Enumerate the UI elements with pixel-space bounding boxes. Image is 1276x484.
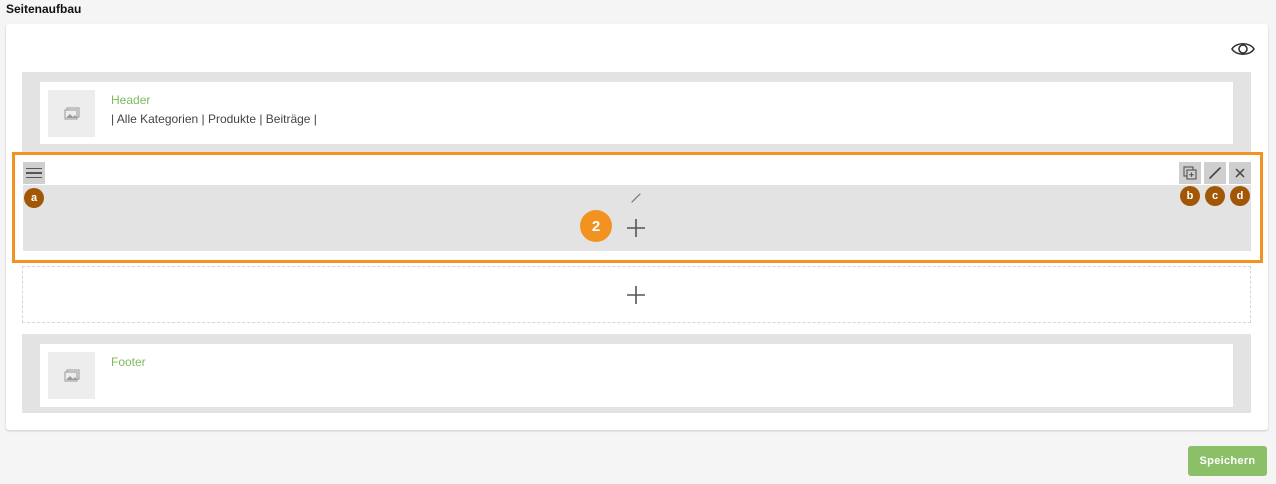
marker-b: b bbox=[1180, 186, 1200, 206]
eye-icon bbox=[1231, 42, 1255, 56]
header-thumbnail bbox=[48, 90, 95, 137]
header-region-content: Header | Alle Kategorien | Produkte | Be… bbox=[40, 82, 1233, 144]
marker-2: 2 bbox=[580, 210, 612, 242]
marker-a: a bbox=[24, 188, 44, 208]
marker-c: c bbox=[1205, 186, 1225, 206]
footer-region-title[interactable]: Footer bbox=[111, 355, 146, 369]
menu-icon-line bbox=[26, 176, 42, 179]
menu-icon-line bbox=[26, 172, 42, 174]
duplicate-section-button[interactable] bbox=[1179, 162, 1201, 184]
delete-section-button[interactable] bbox=[1229, 162, 1251, 184]
edit-section-button[interactable] bbox=[1204, 162, 1226, 184]
preview-eye-button[interactable] bbox=[1230, 40, 1256, 58]
close-icon bbox=[1235, 168, 1245, 178]
header-region-nav-text: | Alle Kategorien | Produkte | Beiträge … bbox=[111, 112, 317, 126]
save-button[interactable]: Speichern bbox=[1188, 446, 1267, 476]
footer-region[interactable]: Footer bbox=[22, 334, 1251, 413]
pencil-icon bbox=[631, 193, 641, 203]
edit-section-title-button[interactable] bbox=[629, 191, 643, 205]
footer-thumbnail bbox=[48, 352, 95, 399]
marker-d: d bbox=[1230, 186, 1250, 206]
pencil-icon bbox=[1209, 167, 1221, 179]
image-placeholder-icon bbox=[64, 107, 79, 119]
footer-region-content: Footer bbox=[40, 344, 1233, 407]
image-placeholder-icon bbox=[64, 369, 79, 381]
duplicate-icon bbox=[1183, 166, 1197, 180]
add-block-button[interactable] bbox=[624, 216, 648, 240]
header-region-title[interactable]: Header bbox=[111, 93, 150, 107]
plus-icon bbox=[627, 219, 645, 237]
header-region[interactable]: Header | Alle Kategorien | Produkte | Be… bbox=[22, 72, 1251, 152]
page-title: Seitenaufbau bbox=[6, 2, 82, 16]
plus-icon bbox=[627, 286, 645, 304]
add-section-button[interactable] bbox=[624, 283, 648, 307]
menu-icon-line bbox=[26, 167, 42, 170]
section-drag-handle[interactable] bbox=[23, 162, 45, 184]
